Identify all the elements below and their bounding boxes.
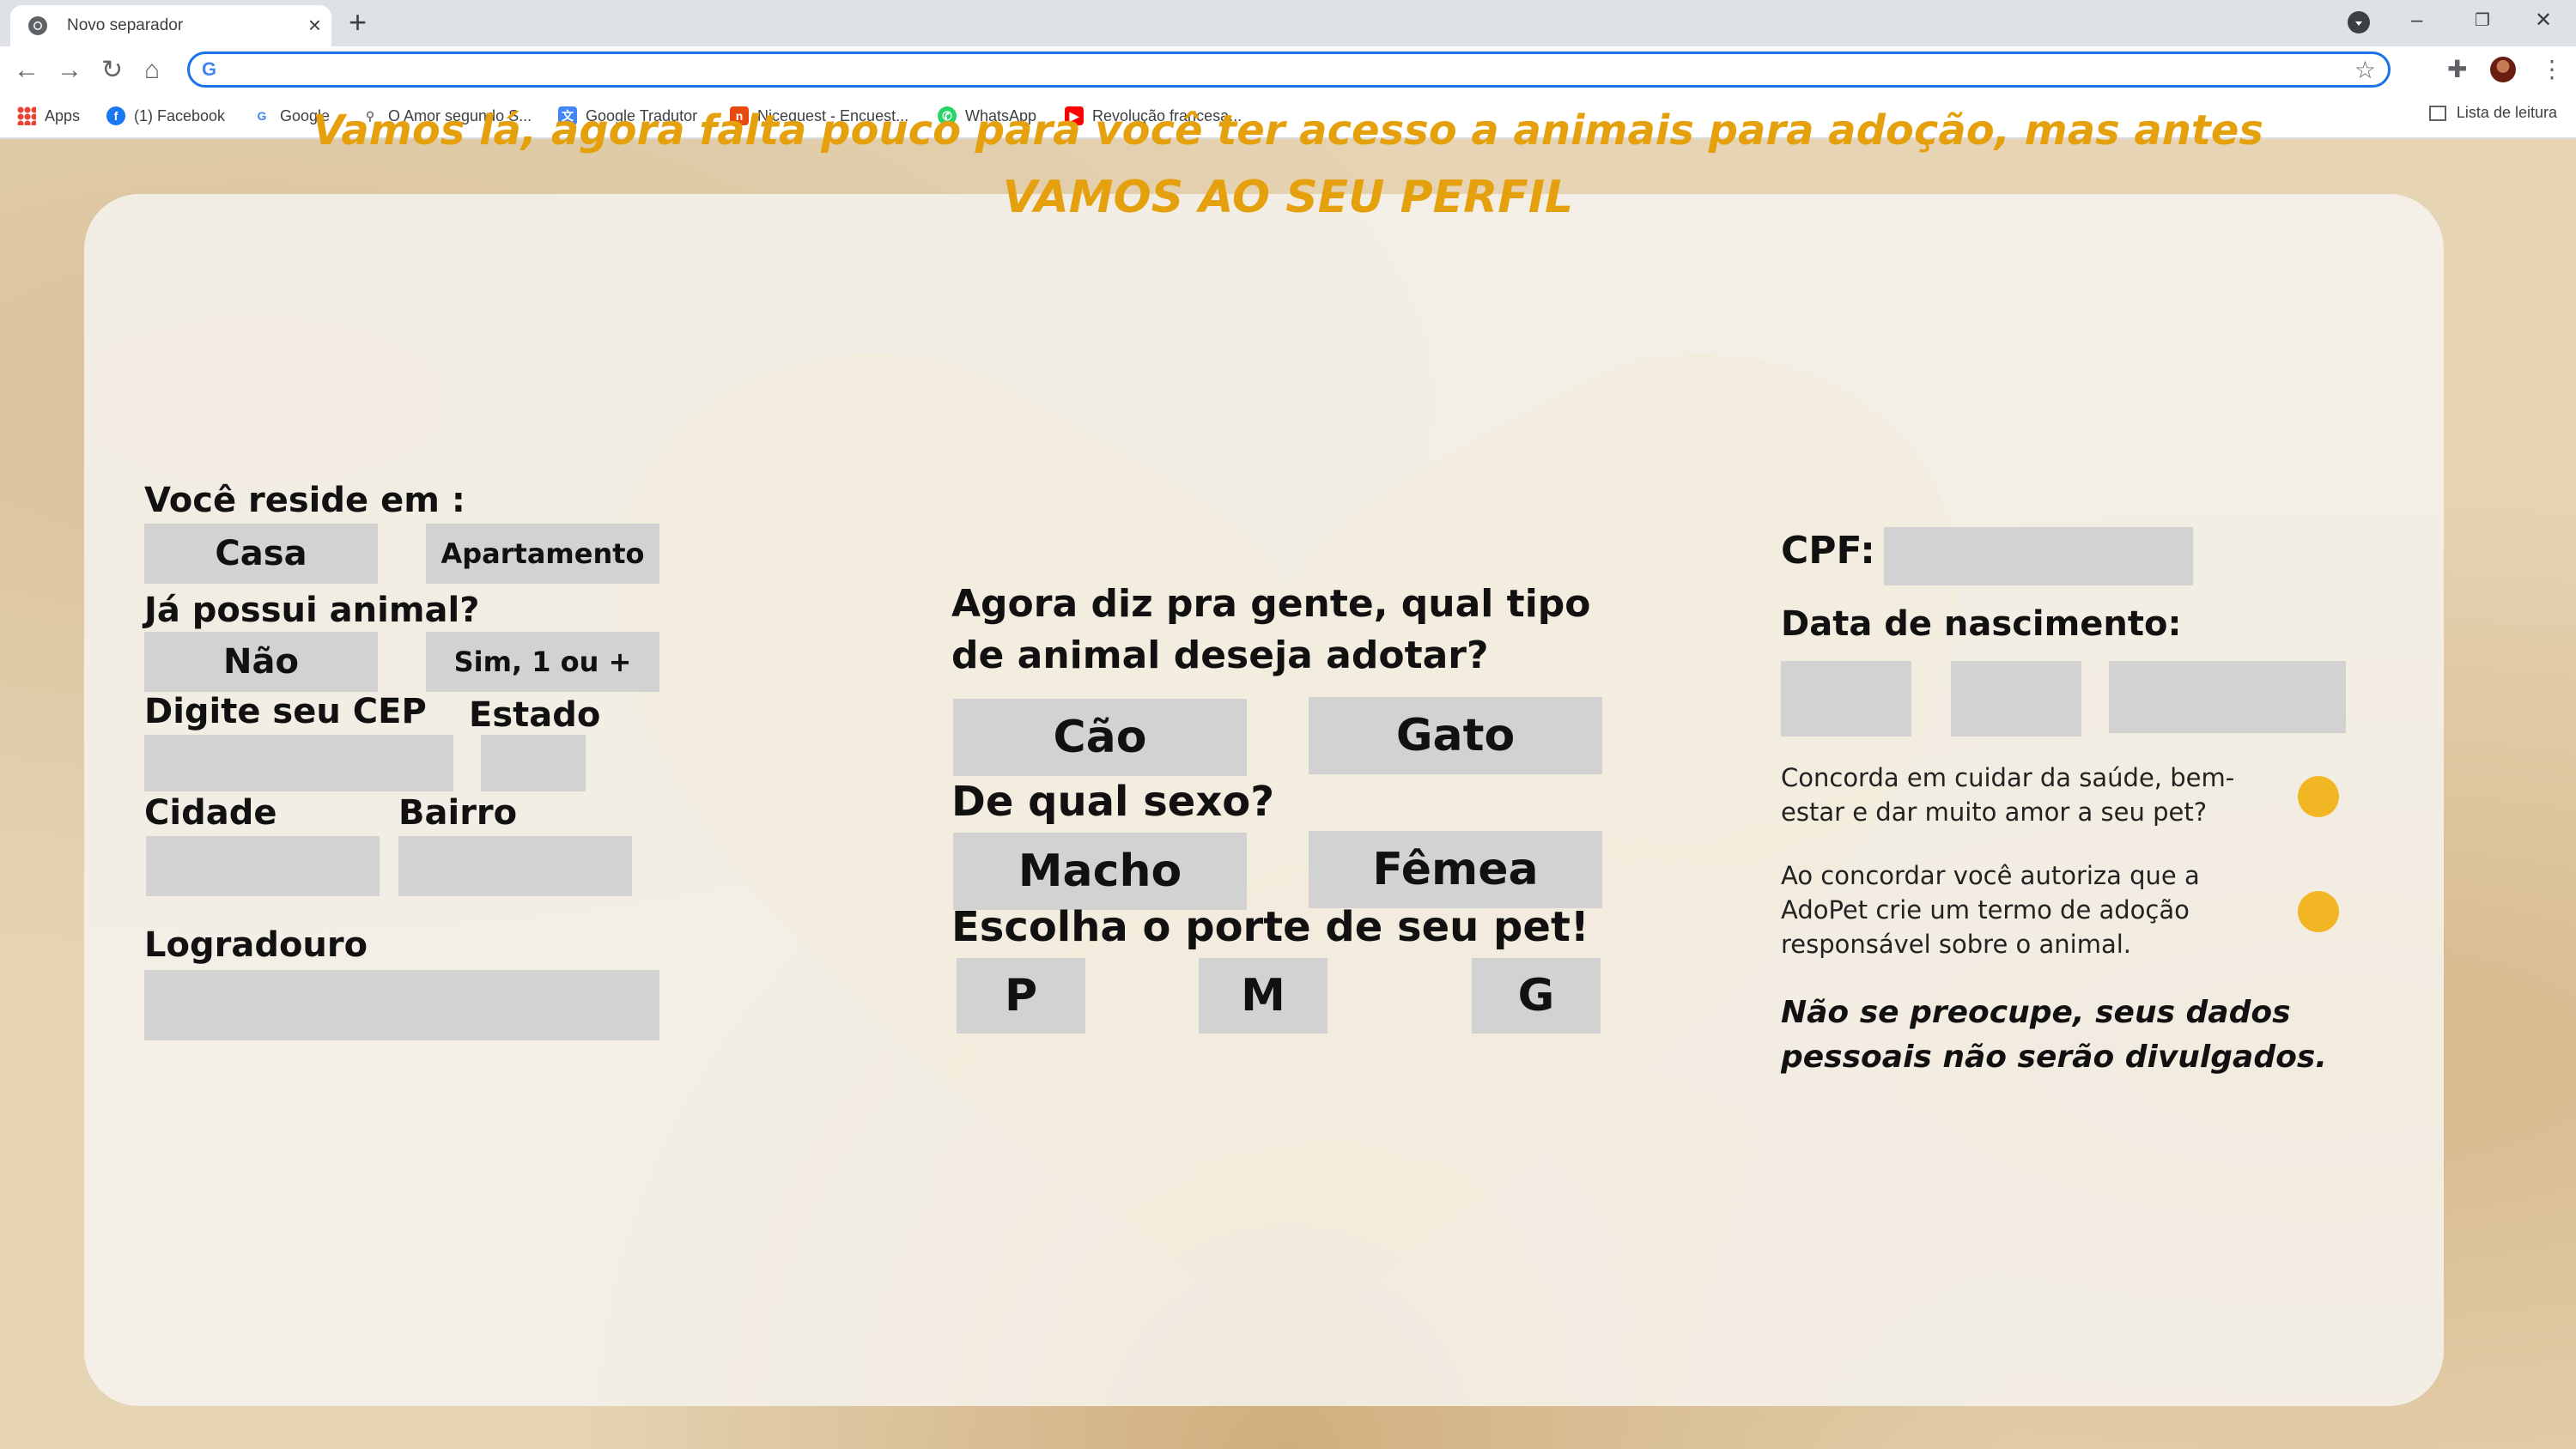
browser-tab[interactable]: Novo separador × [10,5,331,46]
mes-input[interactable] [1951,661,2081,737]
sim-button[interactable]: Sim, 1 ou + [426,632,659,692]
dia-input[interactable] [1781,661,1911,737]
nao-button[interactable]: Não [144,632,378,692]
bairro-label: Bairro [398,793,518,833]
logradouro-label: Logradouro [144,925,368,965]
estado-input[interactable] [481,735,586,791]
apartamento-button[interactable]: Apartamento [426,524,659,584]
cidade-input[interactable] [146,836,380,896]
autoriza-radio[interactable] [2298,891,2339,932]
nascimento-label: Data de nascimento: [1781,604,2182,644]
close-window-icon[interactable]: ✕ [2535,3,2552,38]
google-icon: G [202,58,217,80]
possui-animal-label: Já possui animal? [144,591,480,630]
autoriza-text: Ao concordar você autoriza que a AdoPet … [1781,861,2200,959]
logradouro-input[interactable] [144,970,659,1040]
porte-g-button[interactable]: G [1472,958,1601,1034]
porte-label: Escolha o porte de seu pet! [951,903,1589,951]
cao-button[interactable]: Cão [953,699,1247,776]
restore-icon[interactable]: ❐ [2475,3,2490,38]
chrome-icon [28,16,47,35]
femea-button[interactable]: Fêmea [1309,831,1602,908]
reside-label: Você reside em : [144,481,465,520]
cidade-label: Cidade [144,793,277,833]
reload-icon[interactable]: ↻ [101,55,123,86]
bairro-input[interactable] [398,836,632,896]
new-tab-button[interactable]: + [349,5,367,39]
tab-strip: Novo separador × + – ❐ ✕ [0,0,2576,46]
menu-icon[interactable]: ⋮ [2540,55,2564,83]
page-subtitle: Vamos lá, agora falta pouco para você te… [312,106,2263,155]
cpf-input[interactable] [1884,527,2193,585]
star-icon[interactable]: ☆ [2354,56,2376,84]
address-bar[interactable]: G ☆ [187,52,2391,88]
back-icon[interactable]: ← [14,55,39,86]
estado-label: Estado [469,695,601,735]
forward-icon[interactable]: → [57,55,82,86]
minimize-icon[interactable]: – [2411,3,2422,38]
ano-input[interactable] [2109,661,2346,733]
porte-m-button[interactable]: M [1199,958,1327,1034]
sexo-label: De qual sexo? [951,778,1275,826]
cep-label: Digite seu CEP [144,692,427,731]
page-title: VAMOS AO SEU PERFIL [1002,172,1574,223]
home-icon[interactable]: ⌂ [144,55,160,86]
cep-input[interactable] [144,735,453,791]
tipo-animal-label: Agora diz pra gente, qual tipo de animal… [951,582,1591,677]
concorda-text: Concorda em cuidar da saúde, bem-estar e… [1781,763,2235,827]
tab-search-icon[interactable] [2348,11,2370,33]
address-input[interactable] [231,58,2321,85]
porte-p-button[interactable]: P [957,958,1085,1034]
gato-button[interactable]: Gato [1309,697,1602,774]
close-tab-icon[interactable]: × [308,12,321,38]
privacy-note: Não se preocupe, seus dados pessoais não… [1781,995,2327,1075]
concorda-radio[interactable] [2298,776,2339,817]
casa-button[interactable]: Casa [144,524,378,584]
macho-button[interactable]: Macho [953,833,1247,910]
extensions-icon[interactable]: ✚ [2447,55,2467,83]
tab-title: Novo separador [67,16,184,34]
profile-avatar[interactable] [2490,57,2516,82]
cpf-label: CPF: [1781,529,1875,573]
